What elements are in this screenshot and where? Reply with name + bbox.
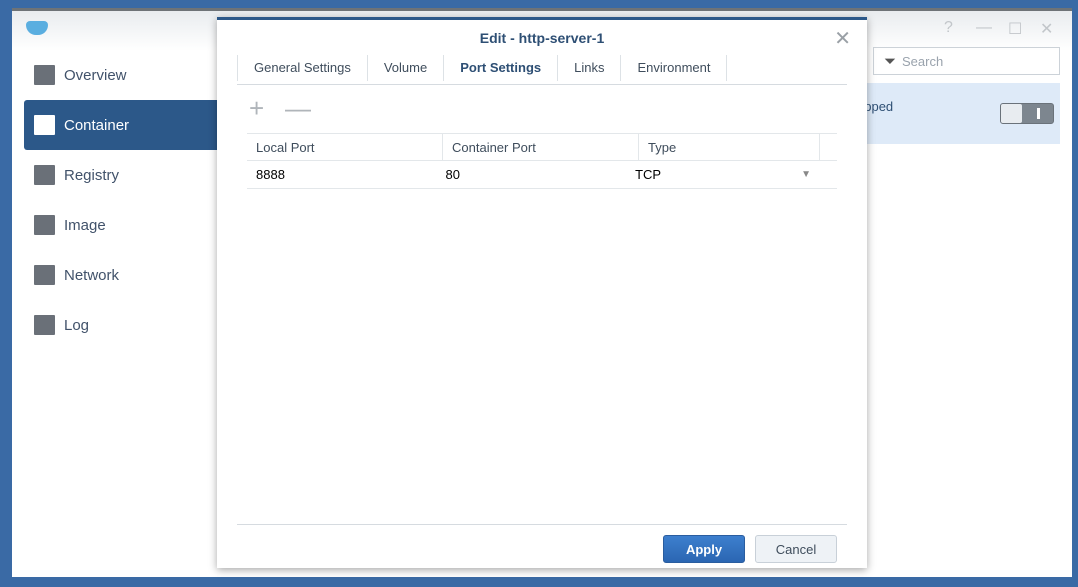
sidebar-item-registry[interactable]: Registry bbox=[24, 150, 218, 200]
cancel-button[interactable]: Cancel bbox=[755, 535, 837, 563]
remove-icon[interactable]: — bbox=[285, 95, 311, 121]
network-icon bbox=[34, 265, 55, 285]
image-icon bbox=[34, 215, 55, 235]
sidebar-item-label: Log bbox=[64, 316, 90, 334]
registry-icon bbox=[34, 165, 55, 185]
sidebar-item-overview[interactable]: Overview bbox=[24, 50, 218, 100]
search-input[interactable]: ⏷ Search bbox=[873, 47, 1060, 75]
dialog-tabs: General Settings Volume Port Settings Li… bbox=[237, 55, 847, 85]
search-placeholder: Search bbox=[902, 53, 944, 69]
sidebar-item-label: Image bbox=[64, 216, 106, 234]
column-spacer bbox=[820, 134, 837, 160]
toggle-knob bbox=[1001, 104, 1022, 123]
maximize-icon[interactable]: ☐ bbox=[1008, 19, 1022, 39]
local-port-cell[interactable]: 8888 bbox=[247, 161, 437, 188]
docker-logo-icon bbox=[26, 21, 48, 35]
container-list-row[interactable]: opped bbox=[857, 83, 1060, 144]
column-local-port: Local Port bbox=[247, 134, 443, 160]
help-icon[interactable]: ? bbox=[944, 19, 953, 37]
footer-divider bbox=[237, 524, 847, 525]
sidebar-item-network[interactable]: Network bbox=[24, 250, 218, 300]
column-type: Type bbox=[639, 134, 820, 160]
type-cell[interactable]: TCP bbox=[626, 161, 801, 188]
add-icon[interactable]: + bbox=[249, 95, 264, 121]
edit-dialog: Edit - http-server-1 ✕ General Settings … bbox=[217, 17, 867, 568]
toggle-bar bbox=[1037, 108, 1040, 119]
tab-volume[interactable]: Volume bbox=[366, 55, 443, 81]
filter-icon: ⏷ bbox=[884, 52, 897, 70]
container-run-toggle[interactable] bbox=[1000, 103, 1054, 124]
table-header: Local Port Container Port Type bbox=[247, 133, 837, 161]
close-icon[interactable]: ✕ bbox=[834, 26, 851, 51]
sidebar-item-label: Overview bbox=[64, 66, 127, 84]
minimize-icon[interactable]: — bbox=[976, 19, 992, 37]
container-icon bbox=[34, 115, 55, 135]
apply-button[interactable]: Apply bbox=[663, 535, 745, 563]
sidebar-item-container[interactable]: Container bbox=[24, 100, 218, 150]
close-window-icon[interactable]: ✕ bbox=[1040, 19, 1053, 39]
tab-links[interactable]: Links bbox=[557, 55, 620, 81]
container-port-cell[interactable]: 80 bbox=[437, 161, 627, 188]
overview-icon bbox=[34, 65, 55, 85]
sidebar-item-image[interactable]: Image bbox=[24, 200, 218, 250]
tab-general-settings[interactable]: General Settings bbox=[237, 55, 367, 81]
chevron-down-icon[interactable]: ▼ bbox=[801, 169, 811, 180]
tab-port-settings[interactable]: Port Settings bbox=[443, 55, 557, 81]
table-row[interactable]: 8888 80 TCP ▼ bbox=[247, 161, 837, 189]
column-container-port: Container Port bbox=[443, 134, 639, 160]
tab-environment[interactable]: Environment bbox=[620, 55, 728, 81]
port-table: Local Port Container Port Type 8888 80 T… bbox=[247, 133, 837, 189]
sidebar-item-log[interactable]: Log bbox=[24, 300, 218, 350]
sidebar-item-label: Container bbox=[64, 116, 130, 134]
dialog-title: Edit - http-server-1 bbox=[479, 30, 605, 46]
log-icon bbox=[34, 315, 55, 335]
sidebar-item-label: Network bbox=[64, 266, 120, 284]
sidebar-item-label: Registry bbox=[64, 166, 120, 184]
